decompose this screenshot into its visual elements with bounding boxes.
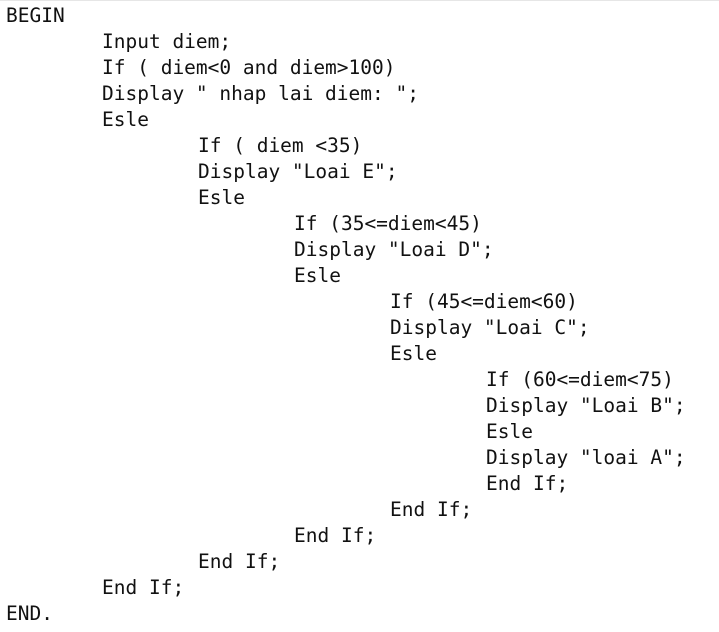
- code-line-if-c: If (45<=diem<60): [390, 290, 578, 313]
- code-line-end-if: End If;: [486, 472, 569, 495]
- code-line-display-c: Display "Loai C";: [390, 316, 590, 339]
- code-line-end-if: End If;: [294, 524, 377, 547]
- code-line-end-if: End If;: [390, 498, 473, 521]
- code-line-display-b: Display "Loai B";: [486, 394, 686, 417]
- code-line-input: Input diem;: [102, 30, 232, 53]
- code-line-display-d: Display "Loai D";: [294, 238, 494, 261]
- code-line-if-d: If (35<=diem<45): [294, 212, 482, 235]
- code-line-else: Esle: [486, 420, 533, 443]
- code-line-else: Esle: [390, 342, 437, 365]
- code-line-else: Esle: [294, 264, 341, 287]
- code-line-if-b: If (60<=diem<75): [486, 368, 674, 391]
- pseudocode-block: BEGIN Input diem; If ( diem<0 and diem>1…: [0, 0, 719, 632]
- code-line-if-range: If ( diem<0 and diem>100): [102, 56, 396, 79]
- code-line-display-e: Display "Loai E";: [198, 160, 398, 183]
- code-line-display-a: Display "loai A";: [486, 446, 686, 469]
- code-line-end-if: End If;: [198, 550, 281, 573]
- code-line-else: Esle: [198, 186, 245, 209]
- code-line-end-if: End If;: [102, 576, 185, 599]
- code-line-end: END.: [6, 602, 53, 625]
- code-line-else: Esle: [102, 108, 149, 131]
- code-line-display-retry: Display " nhap lai diem: ";: [102, 82, 419, 105]
- code-line-begin: BEGIN: [6, 4, 65, 27]
- code-line-if-e: If ( diem <35): [198, 134, 363, 157]
